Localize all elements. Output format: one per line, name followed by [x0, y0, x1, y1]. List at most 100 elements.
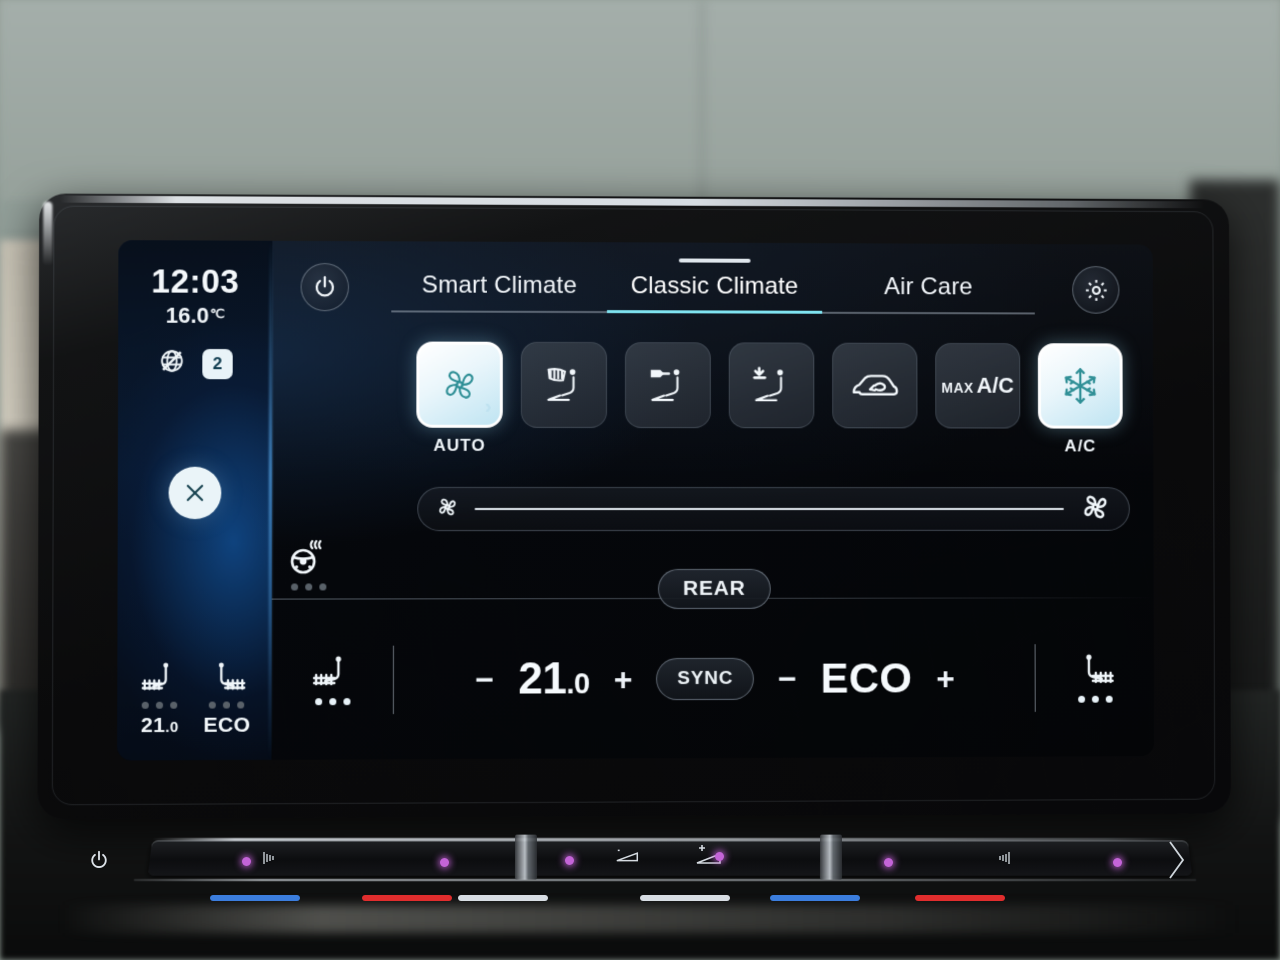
- clock: 12:03: [151, 262, 240, 300]
- bezel-left-highlight: [43, 201, 53, 267]
- sidebar-seat-passenger-levels: [209, 701, 245, 709]
- driver-temp-increase-button[interactable]: +: [614, 661, 633, 697]
- steering-wheel-heater-levels: [290, 583, 326, 591]
- driver-temp-decrease-button[interactable]: −: [475, 661, 494, 697]
- mode-cell-recirculate: [823, 342, 926, 429]
- hardware-led-1: [242, 857, 251, 866]
- max-ac-label: MAX A/C: [941, 372, 1015, 398]
- windshield-defrost-button[interactable]: [520, 341, 607, 428]
- close-button[interactable]: [168, 466, 222, 520]
- hardware-strip-white-right: [640, 895, 730, 901]
- top-bar: Smart Climate Classic Climate Air Care: [272, 241, 1153, 328]
- hardware-strip-red-left: [362, 895, 452, 901]
- mode-cell-floor-vent: [720, 342, 824, 429]
- seat-heater-left-icon: [310, 655, 355, 691]
- outside-temperature-value: 16.0: [165, 302, 210, 328]
- seat-heater-right-levels: [1077, 695, 1113, 703]
- gear-icon: [1082, 276, 1109, 303]
- tab-bar: Smart Climate Classic Climate Air Care: [391, 257, 1035, 319]
- hardware-slider-rail[interactable]: [147, 840, 1193, 876]
- globe-no-connection-icon: [158, 347, 186, 380]
- passenger-temperature-value: ECO: [820, 654, 913, 702]
- bottom-control-row: − 21.0 + SYNC − ECO +: [272, 599, 1155, 760]
- close-icon: [182, 480, 208, 506]
- ac-label: A/C: [1064, 436, 1097, 456]
- recirculation-button[interactable]: [832, 342, 918, 429]
- sync-button[interactable]: SYNC: [656, 657, 755, 701]
- seat-floor-vent-icon: [747, 364, 797, 406]
- mode-cell-face-vent: [616, 342, 720, 429]
- infotainment-display-unit: 12:03 16.0℃ 2 21.0 ECO Smart Climate Cla…: [37, 193, 1231, 820]
- steering-wheel-heater-button[interactable]: [286, 538, 331, 591]
- hardware-strip-red-right: [915, 895, 1005, 901]
- climate-value-group: − 21.0 + SYNC − ECO +: [394, 653, 1035, 705]
- sidebar-seat-passenger[interactable]: ECO: [203, 662, 251, 738]
- auto-button[interactable]: ›: [416, 341, 503, 428]
- mode-cell-ac: A/C: [1029, 343, 1132, 456]
- power-icon: [91, 850, 107, 869]
- tab-smart-climate[interactable]: Smart Climate: [391, 271, 608, 314]
- seat-heater-left-button[interactable]: [272, 655, 393, 705]
- sidebar-seat-driver-levels: [141, 701, 178, 709]
- sidebar-seat-driver-label: 21.0: [140, 713, 179, 738]
- hardware-rail-top-highlight: [152, 838, 1188, 841]
- hardware-notch-center-right: [819, 834, 843, 880]
- face-vent-button[interactable]: [624, 342, 711, 429]
- status-row: 2: [118, 347, 272, 381]
- seat-face-vent-icon: [651, 369, 681, 402]
- sidebar-seat-status-group: 21.0 ECO: [117, 662, 271, 738]
- tab-classic-climate[interactable]: Classic Climate: [607, 272, 822, 314]
- ac-button[interactable]: [1037, 343, 1123, 429]
- max-ac-button[interactable]: MAX A/C: [935, 342, 1021, 429]
- seat-heater-right-button[interactable]: [1036, 653, 1154, 703]
- hardware-led-6: [1113, 858, 1122, 867]
- hardware-strip-blue-left: [210, 895, 300, 901]
- snowflake-icon: [1058, 363, 1103, 409]
- sidebar-seat-passenger-label: ECO: [203, 713, 251, 737]
- climate-mode-row: › AUTO MAX A/C A/C: [407, 341, 1132, 461]
- climate-screen: 12:03 16.0℃ 2 21.0 ECO Smart Climate Cla…: [117, 240, 1155, 761]
- mode-cell-defrost: [512, 341, 616, 428]
- steering-wheel-heater-icon: [286, 538, 331, 578]
- seat-heater-right-icon: [206, 662, 249, 696]
- hardware-strip-white-left: [458, 895, 548, 901]
- hardware-notch-center-left: [514, 834, 538, 880]
- fan-slider-track[interactable]: [474, 507, 1064, 511]
- profile-badge[interactable]: 2: [202, 348, 233, 379]
- hardware-power-button[interactable]: [88, 849, 110, 876]
- seat-heater-left-icon: [138, 662, 181, 696]
- fan-small-icon: [434, 493, 460, 524]
- air-recirculation-icon: [848, 367, 902, 405]
- fan-auto-icon: [436, 362, 482, 408]
- volume-down-icon[interactable]: [615, 848, 641, 869]
- power-icon: [312, 274, 338, 300]
- hardware-temp-scale-left: [262, 850, 278, 871]
- passenger-temp-increase-button[interactable]: +: [936, 660, 955, 696]
- power-button[interactable]: [300, 262, 350, 312]
- fan-speed-slider[interactable]: [417, 486, 1130, 532]
- windshield-defrost-icon: [546, 367, 576, 401]
- tab-air-care[interactable]: Air Care: [821, 272, 1035, 315]
- headliner-blur: [0, 0, 1280, 200]
- fan-large-icon: [1078, 489, 1114, 530]
- passenger-temp-decrease-button[interactable]: −: [778, 661, 797, 697]
- driver-temperature-value: 21.0: [518, 654, 590, 704]
- status-sidebar: 12:03 16.0℃ 2 21.0 ECO: [117, 240, 273, 761]
- settings-button[interactable]: [1072, 266, 1120, 314]
- mode-cell-auto: › AUTO: [407, 341, 512, 456]
- drag-handle[interactable]: [678, 258, 751, 263]
- mode-cell-max-ac: MAX A/C: [926, 342, 1029, 429]
- hardware-rail-bottom-highlight: [134, 879, 1196, 881]
- hardware-led-2: [440, 858, 449, 867]
- sidebar-seat-driver[interactable]: 21.0: [138, 662, 181, 738]
- chevron-right-icon: ›: [485, 395, 492, 418]
- floor-vent-button[interactable]: [728, 342, 815, 429]
- seat-heater-left-levels: [314, 697, 351, 705]
- tab-row: Smart Climate Classic Climate Air Care: [391, 271, 1035, 315]
- hardware-strip-blue-right: [770, 895, 860, 901]
- temperature-unit: ℃: [210, 305, 225, 321]
- hardware-chevron-icon: [1166, 840, 1188, 885]
- hardware-temp-scale-right: [998, 850, 1014, 871]
- hardware-led-3: [565, 856, 574, 865]
- seat-heater-right-icon: [1073, 653, 1116, 689]
